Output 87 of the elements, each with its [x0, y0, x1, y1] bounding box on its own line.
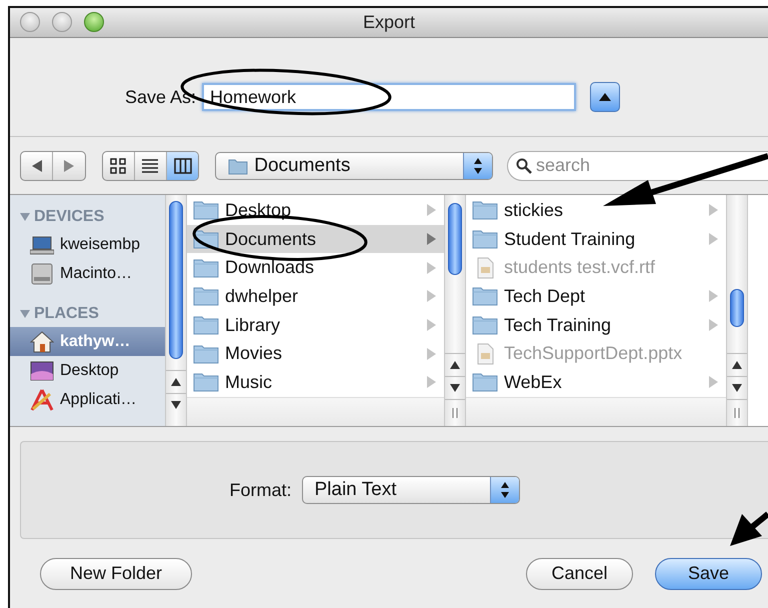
- expand-arrow-icon: [709, 376, 718, 388]
- view-mode-button[interactable]: [167, 152, 198, 180]
- folder-icon: [472, 200, 498, 220]
- vertical-scrollbar[interactable]: [165, 195, 187, 426]
- scroll-thumb[interactable]: [730, 289, 744, 328]
- window-title: Export: [362, 12, 416, 34]
- file-row[interactable]: Library: [187, 310, 444, 340]
- expand-arrow-icon: [709, 233, 718, 246]
- scroll-thumb[interactable]: [169, 201, 183, 360]
- view-mode-control[interactable]: [102, 150, 200, 181]
- grip-icon: [734, 408, 740, 418]
- dialog-button[interactable]: Save: [655, 558, 762, 590]
- annotation-arrow: [730, 512, 768, 546]
- back-forward-control[interactable]: [20, 150, 86, 181]
- expand-arrow-icon: [427, 262, 436, 274]
- file-row[interactable]: WebEx: [466, 368, 726, 397]
- dialog-button[interactable]: New Folder: [40, 558, 192, 590]
- folder-icon: [193, 372, 219, 392]
- folder-icon: [472, 315, 498, 336]
- stepper-arrows-icon: [463, 152, 492, 179]
- down-arrow-icon: [171, 401, 181, 410]
- down-arrow-icon: [732, 384, 742, 392]
- expand-arrow-icon: [427, 348, 436, 360]
- scroll-thumb[interactable]: [448, 203, 462, 276]
- up-arrow-icon: [450, 361, 460, 370]
- sidebar-item[interactable]: Applicati…: [10, 385, 165, 414]
- sidebar-item[interactable]: Macinto…: [10, 259, 165, 288]
- expand-arrow-icon: [427, 233, 436, 246]
- folder-icon: [472, 229, 498, 250]
- forward-icon: [62, 160, 75, 172]
- expand-arrow-icon: [709, 319, 718, 332]
- file-row[interactable]: Student Training: [466, 224, 726, 254]
- expand-arrow-icon: [427, 376, 436, 388]
- up-arrow-icon: [171, 378, 181, 386]
- horizontal-scrollbar[interactable]: [187, 397, 444, 426]
- expand-arrow-icon: [427, 204, 436, 216]
- format-label: Format:: [229, 480, 292, 501]
- dialog-button[interactable]: Cancel: [526, 558, 633, 590]
- list-view-icon: [142, 158, 158, 174]
- file-row[interactable]: stickies: [466, 196, 726, 225]
- search-field[interactable]: search: [507, 150, 768, 181]
- folder-icon: [193, 315, 219, 336]
- laptop-icon: [30, 234, 54, 255]
- down-arrow-icon: [450, 384, 460, 392]
- desktop-icon: [30, 360, 54, 382]
- vertical-scrollbar[interactable]: [444, 195, 466, 426]
- grip-icon: [452, 408, 458, 418]
- hard-drive-icon: [30, 262, 54, 285]
- sidebar-item[interactable]: Desktop: [10, 356, 165, 386]
- applications-icon: [30, 388, 54, 411]
- folder-icon: [193, 200, 219, 220]
- sidebar-heading: PLACES: [34, 304, 99, 323]
- file-row[interactable]: dwhelper: [187, 282, 444, 311]
- folder-icon: [193, 286, 219, 306]
- file-row[interactable]: Music: [187, 368, 444, 397]
- file-row[interactable]: Documents: [187, 224, 444, 254]
- expand-arrow-icon: [709, 290, 718, 302]
- back-icon: [30, 160, 43, 172]
- sidebar-item[interactable]: kweisembp: [10, 230, 165, 260]
- expand-arrow-icon: [709, 204, 718, 216]
- file-row[interactable]: Tech Training: [466, 310, 726, 340]
- expand-arrow-icon: [427, 319, 436, 332]
- stepper-arrows-icon: [490, 477, 518, 504]
- column-view-icon: [174, 158, 192, 174]
- search-icon: [516, 158, 532, 174]
- collapse-button[interactable]: [590, 82, 620, 112]
- zoom-button[interactable]: [84, 12, 104, 32]
- up-triangle-icon: [599, 93, 611, 102]
- folder-icon: [193, 258, 219, 278]
- horizontal-scrollbar[interactable]: [466, 397, 726, 426]
- file-row[interactable]: Movies: [187, 339, 444, 368]
- house-icon: [30, 330, 54, 353]
- folder-icon: [193, 344, 219, 364]
- expand-arrow-icon: [427, 290, 436, 302]
- file-row[interactable]: Tech Dept: [466, 282, 726, 311]
- folder-icon: [228, 156, 248, 175]
- file-name-field[interactable]: Homework: [202, 83, 576, 112]
- format-popup[interactable]: Plain Text: [302, 476, 520, 504]
- vertical-scrollbar[interactable]: [726, 195, 748, 426]
- location-popup[interactable]: Documents: [215, 152, 493, 180]
- icon-view-icon: [110, 158, 126, 174]
- folder-icon: [472, 286, 498, 306]
- folder-icon: [472, 372, 498, 392]
- sidebar-heading: DEVICES: [34, 208, 104, 226]
- file-row[interactable]: Desktop: [187, 196, 444, 225]
- file-row[interactable]: Downloads: [187, 253, 444, 282]
- up-arrow-icon: [732, 361, 742, 370]
